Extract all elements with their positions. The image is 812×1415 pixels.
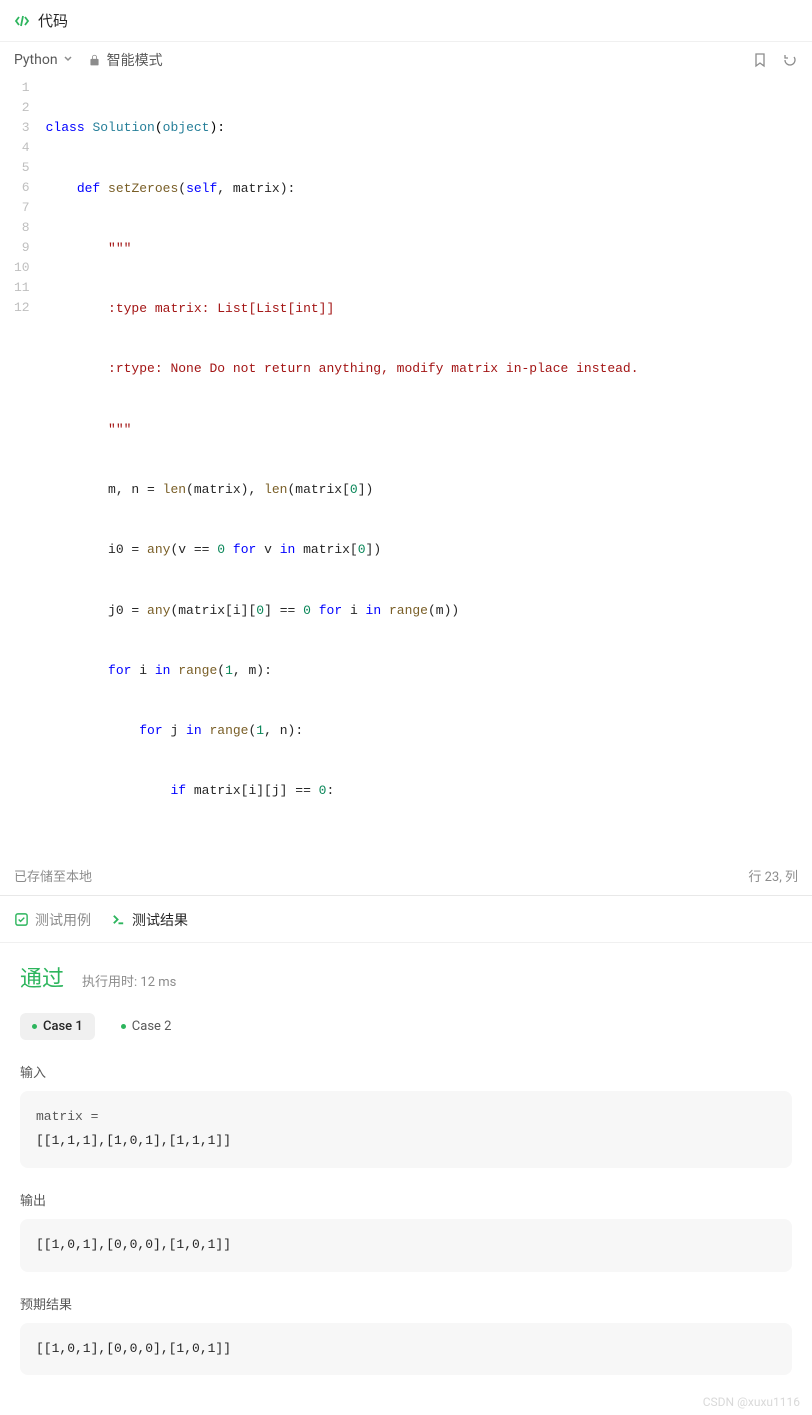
code-line: m, n = len(matrix), len(matrix[0]) [46, 480, 812, 500]
expected-box: [[1,0,1],[0,0,0],[1,0,1]] [20, 1323, 792, 1376]
case-tab-1[interactable]: Case 1 [20, 1013, 95, 1040]
input-var: matrix = [36, 1105, 776, 1130]
line-number: 10 [14, 258, 30, 278]
code-line: if matrix[i][j] == 0: [46, 781, 812, 801]
mode-indicator: 智能模式 [88, 50, 163, 70]
case-tab-2[interactable]: Case 2 [109, 1013, 184, 1040]
code-header-title: 代码 [38, 10, 68, 31]
mode-label: 智能模式 [107, 50, 163, 70]
line-number: 7 [14, 198, 30, 218]
status-dot-icon [32, 1024, 37, 1029]
line-number: 11 [14, 278, 30, 298]
tab-results[interactable]: 测试结果 [111, 910, 188, 930]
line-number: 1 [14, 78, 30, 98]
expected-value: [[1,0,1],[0,0,0],[1,0,1]] [36, 1337, 776, 1362]
result-header: 通过 执行用时: 12 ms [20, 961, 792, 993]
code-line: j0 = any(matrix[i][0] == 0 for i in rang… [46, 601, 812, 621]
line-number: 12 [14, 298, 30, 318]
code-line: """ [46, 239, 812, 259]
runtime-label: 执行用时: 12 ms [82, 971, 176, 990]
result-area: 通过 执行用时: 12 ms Case 1 Case 2 输入 matrix =… [0, 943, 812, 1415]
case-label: Case 1 [43, 1019, 83, 1034]
code-line: for j in range(1, n): [46, 721, 812, 741]
output-label: 输出 [20, 1190, 792, 1209]
case-label: Case 2 [132, 1019, 172, 1034]
status-bar: 已存储至本地 行 23, 列 [0, 856, 812, 896]
code-line: :rtype: None Do not return anything, mod… [46, 359, 812, 379]
code-line: for i in range(1, m): [46, 661, 812, 681]
line-gutter: 1 2 3 4 5 6 7 8 9 10 11 12 [14, 78, 46, 842]
code-line: :type matrix: List[List[int]] [46, 299, 812, 319]
bookmark-button[interactable] [752, 52, 768, 68]
line-number: 3 [14, 118, 30, 138]
terminal-icon [111, 912, 126, 927]
line-number: 8 [14, 218, 30, 238]
cursor-position: 行 23, 列 [748, 866, 798, 885]
code-area[interactable]: class Solution(object): def setZeroes(se… [46, 78, 812, 842]
case-tabs: Case 1 Case 2 [20, 1013, 792, 1040]
toolbar: Python 智能模式 [0, 42, 812, 78]
line-number: 4 [14, 138, 30, 158]
line-number: 2 [14, 98, 30, 118]
toolbar-left: Python 智能模式 [14, 50, 163, 70]
save-status: 已存储至本地 [14, 866, 92, 885]
line-number: 5 [14, 158, 30, 178]
language-select[interactable]: Python [14, 52, 74, 68]
code-line: def setZeroes(self, matrix): [46, 179, 812, 199]
code-line: """ [46, 420, 812, 440]
input-value: [[1,1,1],[1,0,1],[1,1,1]] [36, 1129, 776, 1154]
language-label: Python [14, 52, 58, 68]
tab-testcases[interactable]: 测试用例 [14, 910, 91, 930]
line-number: 9 [14, 238, 30, 258]
output-value: [[1,0,1],[0,0,0],[1,0,1]] [36, 1233, 776, 1258]
tab-label: 测试用例 [35, 910, 91, 930]
code-line: i0 = any(v == 0 for v in matrix[0]) [46, 540, 812, 560]
lock-icon [88, 54, 101, 67]
check-square-icon [14, 912, 29, 927]
status-dot-icon [121, 1024, 126, 1029]
code-line: class Solution(object): [46, 118, 812, 138]
input-box: matrix = [[1,1,1],[1,0,1],[1,1,1]] [20, 1091, 792, 1168]
code-icon [14, 13, 30, 29]
pass-label: 通过 [20, 961, 64, 993]
code-editor[interactable]: 1 2 3 4 5 6 7 8 9 10 11 12 class Solutio… [0, 78, 812, 842]
tab-label: 测试结果 [132, 910, 188, 930]
reset-button[interactable] [782, 52, 798, 68]
output-box: [[1,0,1],[0,0,0],[1,0,1]] [20, 1219, 792, 1272]
result-tabs: 测试用例 测试结果 [0, 896, 812, 943]
watermark: CSDN @xuxu1116 [703, 1395, 800, 1409]
chevron-down-icon [62, 52, 74, 68]
line-number: 6 [14, 178, 30, 198]
toolbar-right [752, 52, 798, 68]
input-label: 输入 [20, 1062, 792, 1081]
expected-label: 预期结果 [20, 1294, 792, 1313]
code-header: 代码 [0, 0, 812, 42]
